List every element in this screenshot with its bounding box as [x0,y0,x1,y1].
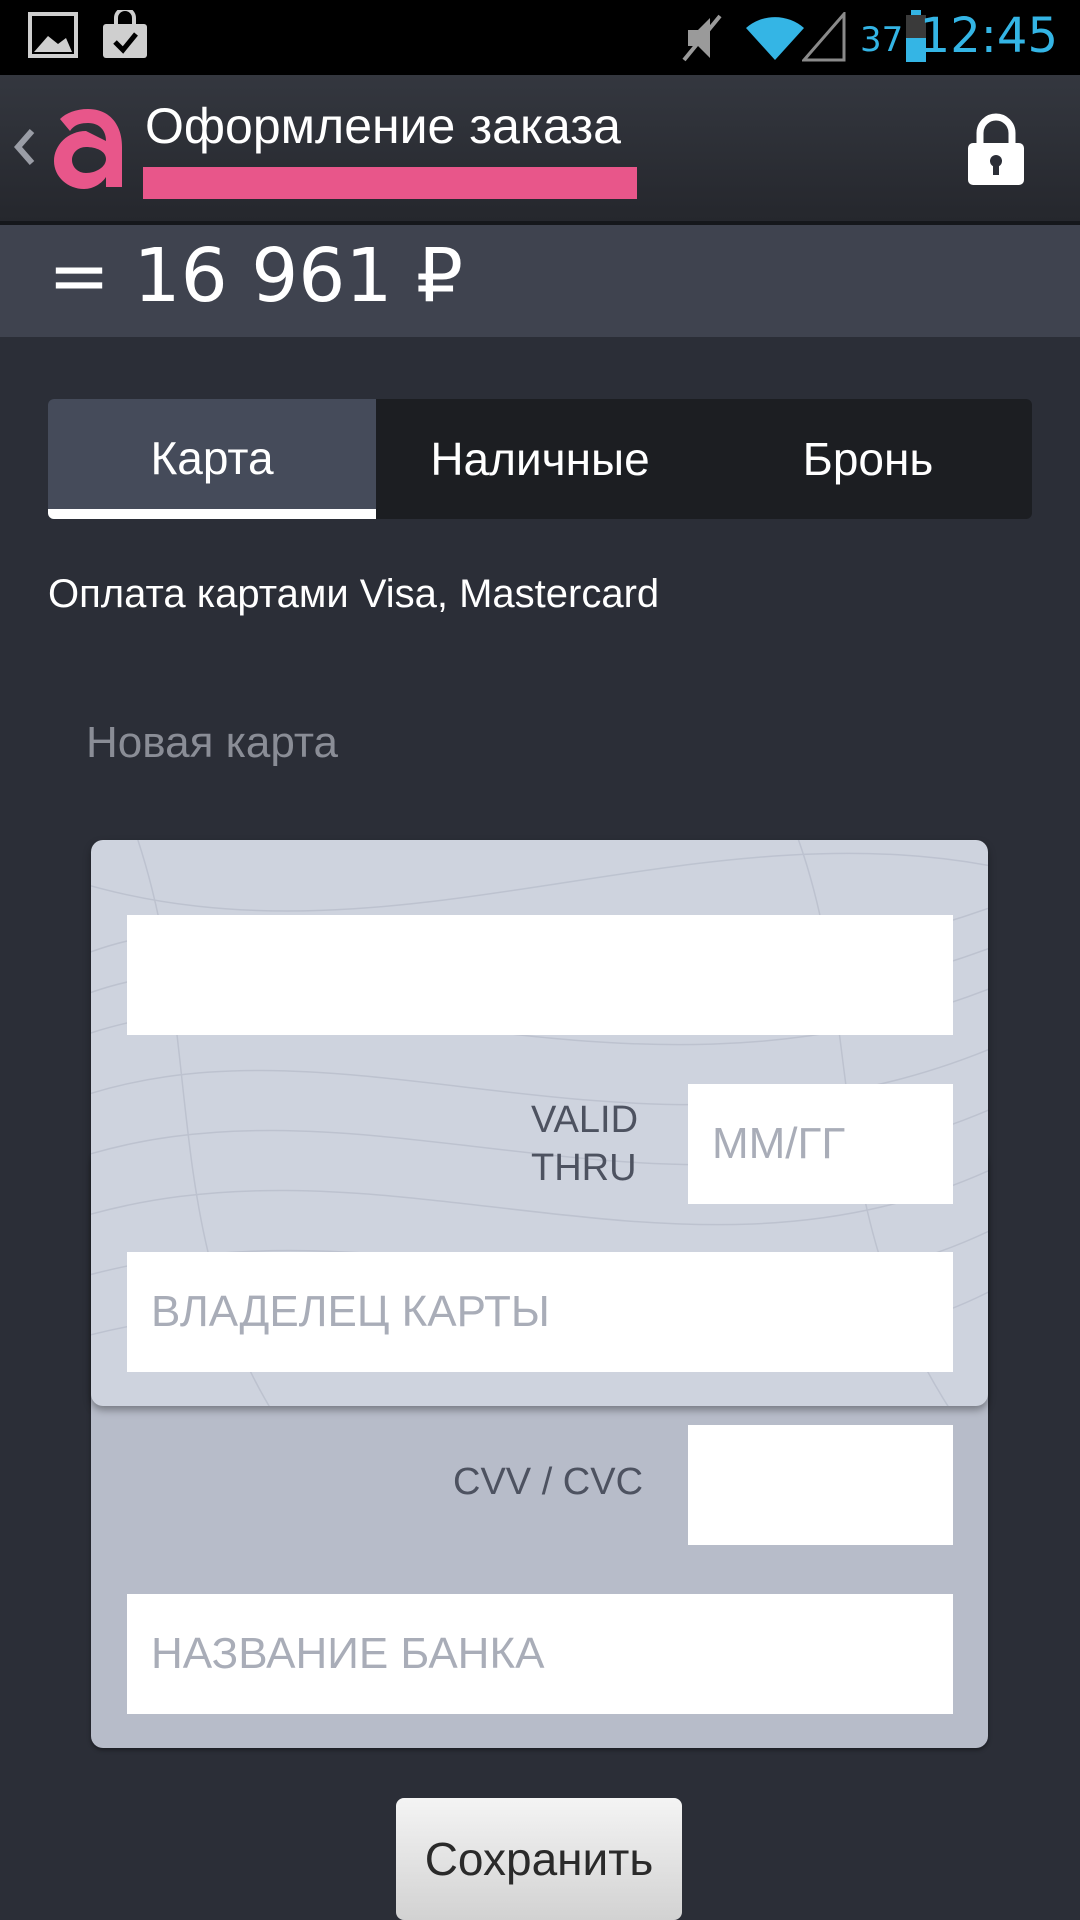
cvv-field[interactable] [688,1425,953,1545]
payment-note: Оплата картами Visa, Mastercard [48,572,660,616]
battery-level: 37 [860,20,904,60]
lock-icon [968,113,1024,185]
valid-thru-line-1: VALID [531,1099,639,1141]
card-front-panel: VALID THRU ММ/ГГ ВЛАДЕЛЕЦ КАРТЫ [91,840,988,1406]
subtitle-redaction [143,167,637,199]
signal-icon [802,12,846,62]
expiry-field[interactable]: ММ/ГГ [688,1084,953,1204]
valid-thru-label: VALID THRU [531,1096,638,1192]
bank-name-field[interactable]: НАЗВАНИЕ БАНКА [127,1594,953,1714]
order-total-bar: = 16 961 ₽ [0,225,1080,337]
back-chevron-icon [14,129,35,165]
status-clock: 12:45 [919,8,1058,64]
app-logo-icon [54,109,122,189]
card-number-field[interactable] [127,915,953,1035]
back-button[interactable] [0,75,130,221]
page-title: Оформление заказа [145,98,621,154]
tab-reservation[interactable]: Бронь [704,399,1032,519]
status-bar: 37 12:45 [0,0,1080,75]
tab-cash[interactable]: Наличные [376,399,704,519]
action-bar: Оформление заказа [0,75,1080,225]
muted-icon [682,14,722,62]
wifi-icon [746,17,804,60]
cvv-label: CVV / CVC [453,1461,644,1503]
order-total: = 16 961 ₽ [48,233,464,319]
card-holder-field[interactable]: ВЛАДЕЛЕЦ КАРТЫ [127,1252,953,1372]
payment-method-tabs: Карта Наличные Бронь [48,399,1032,519]
valid-thru-line-2: THRU [531,1147,637,1189]
save-button[interactable]: Сохранить [396,1798,682,1920]
shopping-bag-notification-icon [103,10,147,58]
tab-card[interactable]: Карта [48,399,376,519]
new-card-label: Новая карта [86,718,338,767]
gallery-notification-icon [28,12,78,58]
